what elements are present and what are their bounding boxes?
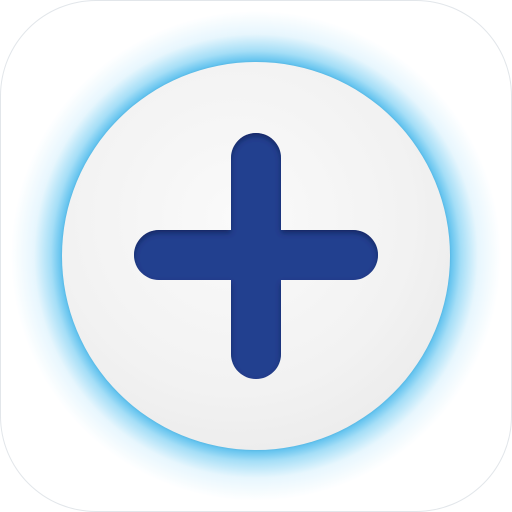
plus-icon	[134, 133, 378, 379]
app-icon-tile[interactable]	[0, 0, 512, 512]
